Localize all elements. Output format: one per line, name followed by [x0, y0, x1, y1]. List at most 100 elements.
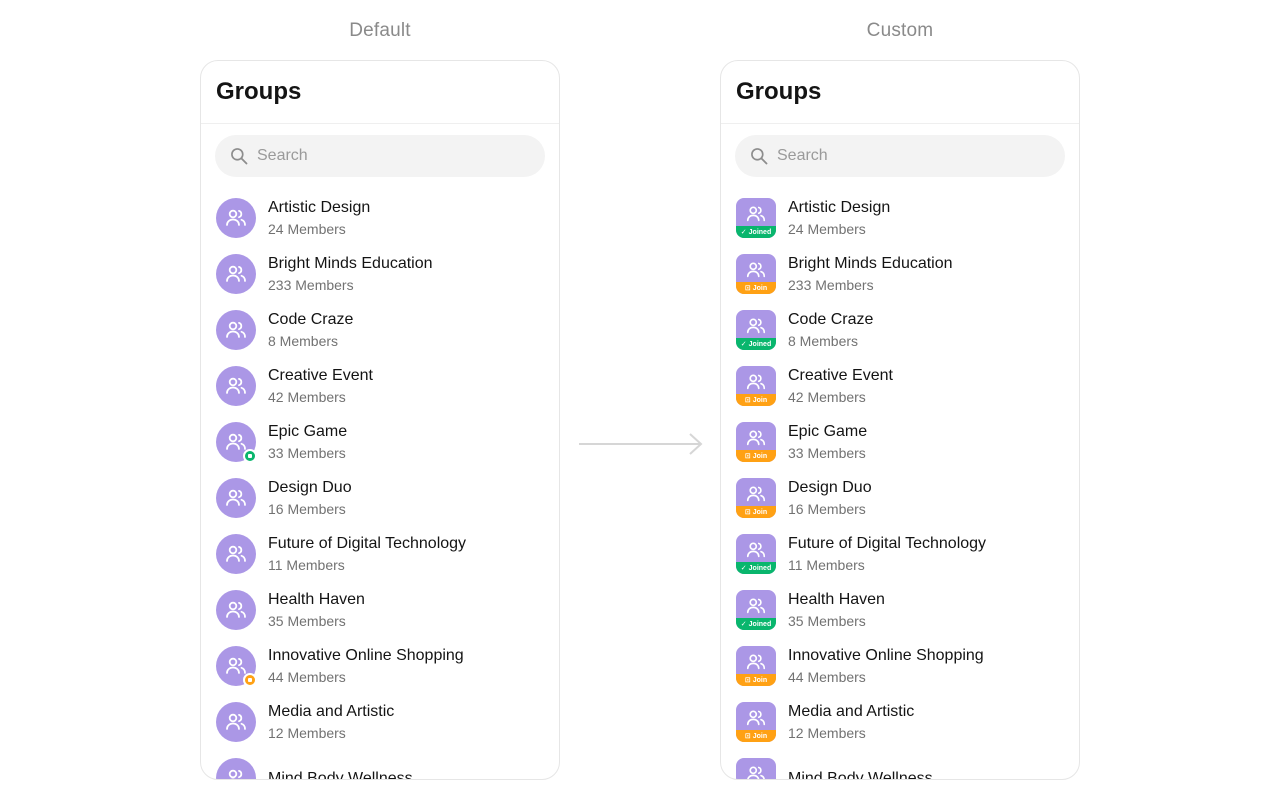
group-icon: [226, 601, 246, 618]
group-name: Mind Body Wellness: [788, 769, 933, 780]
list-item[interactable]: Future of Digital Technology 11 Members: [201, 526, 559, 582]
member-count: 16 Members: [788, 501, 866, 517]
group-info: Artistic Design 24 Members: [788, 198, 890, 238]
list-item[interactable]: ✓ Joined Health Haven 35 Members: [721, 582, 1079, 638]
avatar: ✓ Joined: [736, 310, 776, 350]
badge-label: Join: [752, 396, 768, 404]
group-name: Creative Event: [788, 367, 893, 384]
avatar: [216, 758, 256, 779]
group-icon: [226, 489, 246, 506]
list-item[interactable]: ✓ Joined Artistic Design 24 Members: [721, 190, 1079, 246]
group-info: Code Craze 8 Members: [788, 310, 873, 350]
group-name: Epic Game: [788, 423, 868, 440]
group-name: Code Craze: [788, 311, 874, 328]
group-name: Artistic Design: [268, 199, 371, 216]
list-item[interactable]: ⊡ Join Innovative Online Shopping 44 Member…: [721, 638, 1079, 694]
member-count: 233 Members: [788, 277, 874, 293]
join-badge[interactable]: ⊡ Join: [736, 674, 776, 686]
group-info: Media and Artistic 12 Members: [788, 702, 914, 742]
group-name: Code Craze: [268, 311, 354, 328]
list-item[interactable]: Mind Body Wellness: [201, 750, 559, 780]
group-info: Future of Digital Technology 11 Members: [268, 534, 466, 574]
group-info: Artistic Design 24 Members: [268, 198, 370, 238]
list-item[interactable]: Bright Minds Education 233 Members: [201, 246, 559, 302]
group-info: Design Duo 16 Members: [788, 478, 872, 518]
avatar: [216, 590, 256, 630]
member-count: 16 Members: [268, 501, 346, 517]
list-item[interactable]: ⊡ Join Media and Artistic 12 Members: [721, 694, 1079, 750]
group-info: Innovative Online Shopping 44 Members: [268, 646, 464, 686]
search-input[interactable]: [255, 146, 519, 166]
list-item[interactable]: Innovative Online Shopping 44 Members: [201, 638, 559, 694]
member-count: 12 Members: [268, 725, 346, 741]
badge-label: Joined: [748, 620, 772, 628]
check-icon: ✓: [740, 565, 747, 572]
list-item[interactable]: Design Duo 16 Members: [201, 470, 559, 526]
group-info: Future of Digital Technology 11 Members: [788, 534, 986, 574]
default-column-label: Default: [349, 20, 411, 41]
join-icon: ⊡: [744, 677, 751, 684]
member-count: 12 Members: [788, 725, 866, 741]
group-name: Bright Minds Education: [788, 255, 953, 272]
list-item[interactable]: Epic Game 33 Members: [201, 414, 559, 470]
avatar: ⊡ Join: [736, 366, 776, 406]
avatar: [216, 310, 256, 350]
badge-label: Join: [752, 508, 768, 516]
group-icon: [746, 542, 766, 558]
list-item[interactable]: Mind Body Wellness: [721, 750, 1079, 780]
list-item[interactable]: ✓ Joined Future of Digital Technology 11 Me…: [721, 526, 1079, 582]
list-item[interactable]: Creative Event 42 Members: [201, 358, 559, 414]
group-list: ✓ Joined Artistic Design 24 Members ⊡ Join Bri…: [721, 190, 1079, 780]
group-list: Artistic Design 24 Members Bright Minds Ed…: [201, 190, 559, 780]
custom-column-label: Custom: [866, 20, 934, 41]
join-badge[interactable]: ⊡ Join: [736, 450, 776, 462]
join-badge[interactable]: ⊡ Join: [736, 730, 776, 742]
avatar: [216, 254, 256, 294]
list-item[interactable]: Health Haven 35 Members: [201, 582, 559, 638]
group-info: Innovative Online Shopping 44 Members: [788, 646, 984, 686]
member-count: 24 Members: [268, 221, 346, 237]
badge-label: Joined: [748, 564, 772, 572]
group-icon: [746, 262, 766, 278]
search-bar[interactable]: [735, 135, 1065, 177]
pending-status-icon: [243, 673, 257, 687]
check-icon: ✓: [740, 341, 747, 348]
group-icon: [746, 598, 766, 614]
joined-badge: ✓ Joined: [736, 562, 776, 574]
list-item[interactable]: ⊡ Join Bright Minds Education 233 Members: [721, 246, 1079, 302]
avatar: ⊡ Join: [736, 422, 776, 462]
join-icon: ⊡: [744, 733, 751, 740]
list-item[interactable]: Code Craze 8 Members: [201, 302, 559, 358]
list-item[interactable]: ⊡ Join Epic Game 33 Members: [721, 414, 1079, 470]
list-item[interactable]: ✓ Joined Code Craze 8 Members: [721, 302, 1079, 358]
list-item[interactable]: ⊡ Join Design Duo 16 Members: [721, 470, 1079, 526]
badge-label: Joined: [748, 340, 772, 348]
join-badge[interactable]: ⊡ Join: [736, 394, 776, 406]
default-groups-panel: Groups Artistic Design 24 Members Bright M…: [200, 60, 560, 780]
group-info: Code Craze 8 Members: [268, 310, 353, 350]
page-title: Groups: [721, 61, 1079, 124]
group-info: Mind Body Wellness: [268, 769, 413, 780]
list-item[interactable]: Artistic Design 24 Members: [201, 190, 559, 246]
member-count: 35 Members: [268, 613, 346, 629]
member-count: 8 Members: [788, 333, 859, 349]
avatar: [216, 198, 256, 238]
joined-badge: ✓ Joined: [736, 338, 776, 350]
join-icon: ⊡: [744, 285, 751, 292]
group-icon: [746, 430, 766, 446]
group-name: Innovative Online Shopping: [788, 647, 984, 664]
group-icon: [226, 545, 246, 562]
join-badge[interactable]: ⊡ Join: [736, 282, 776, 294]
list-item[interactable]: Media and Artistic 12 Members: [201, 694, 559, 750]
join-badge[interactable]: ⊡ Join: [736, 506, 776, 518]
search-icon: [231, 148, 248, 165]
search-bar[interactable]: [215, 135, 545, 177]
join-icon: ⊡: [744, 397, 751, 404]
avatar: ⊡ Join: [736, 702, 776, 742]
avatar: [216, 366, 256, 406]
group-name: Mind Body Wellness: [268, 769, 413, 780]
group-name: Future of Digital Technology: [268, 535, 467, 552]
search-input[interactable]: [775, 146, 1039, 166]
group-icon: [228, 769, 243, 779]
list-item[interactable]: ⊡ Join Creative Event 42 Members: [721, 358, 1079, 414]
